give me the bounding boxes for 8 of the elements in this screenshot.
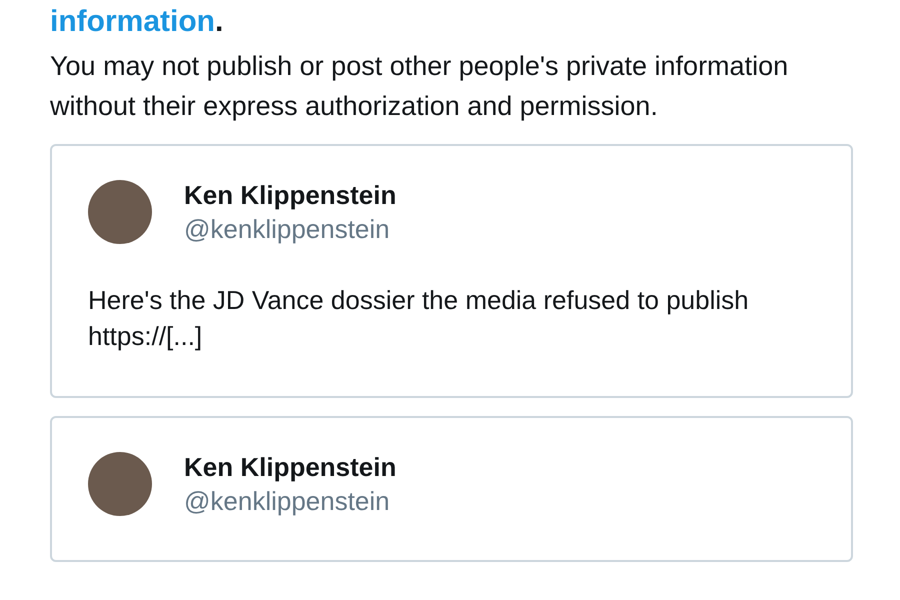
author-handle: @kenklippenstein	[184, 485, 391, 518]
tweet-text: Here's the JD Vance dossier the media refused to publish https://[...]	[88, 284, 750, 353]
author-name: Ken Klippenstein	[184, 451, 396, 484]
author-name: Ken Klippenstein	[184, 179, 396, 212]
information-link[interactable]: information	[50, 5, 215, 38]
author-handle: @kenklippenstein	[184, 213, 391, 246]
section-heading: information.	[50, 4, 224, 40]
policy-text: You may not publish or post other people's private information without their express authorization and permission.	[50, 50, 790, 123]
